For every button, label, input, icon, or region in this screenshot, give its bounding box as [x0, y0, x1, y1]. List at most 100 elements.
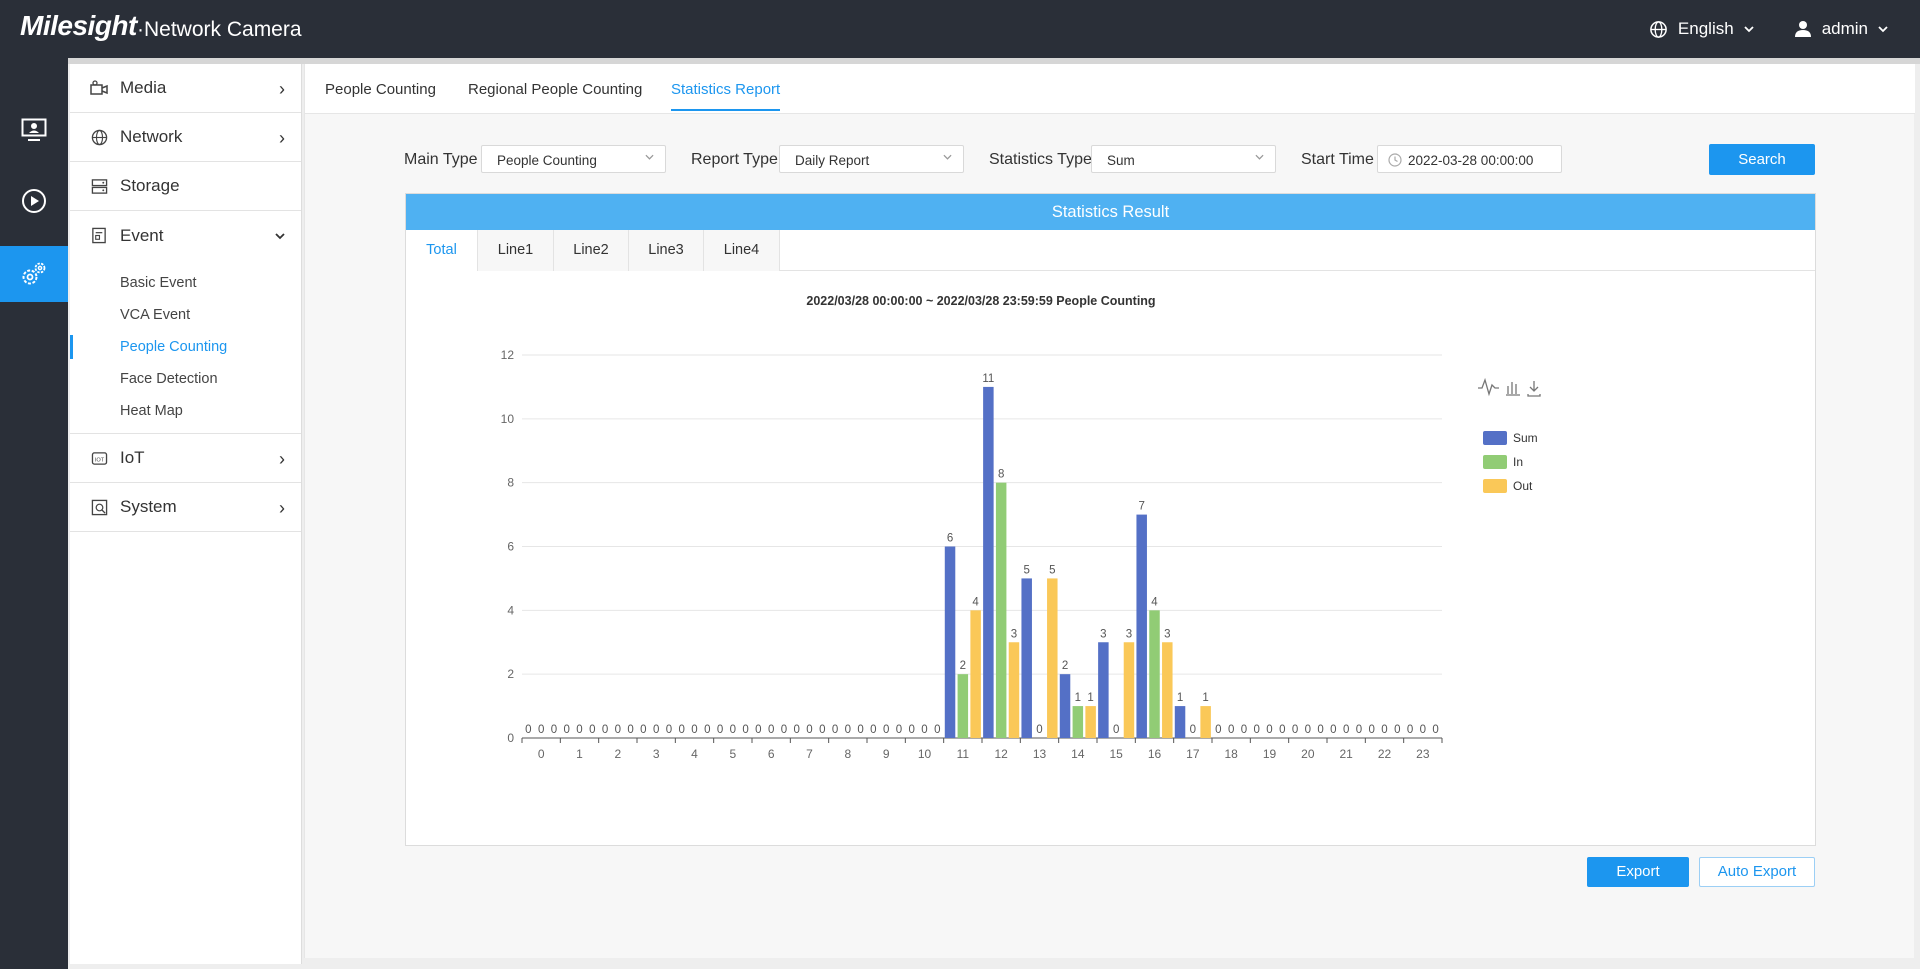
storage-icon	[90, 177, 108, 195]
brand-logo: Milesight	[20, 10, 137, 41]
sidebar-subitem-basic-event[interactable]: Basic Event	[70, 267, 301, 299]
sidebar-item-storage[interactable]: Storage	[70, 162, 301, 211]
chart-area: 2022/03/28 00:00:00 ~ 2022/03/28 23:59:5…	[406, 272, 1815, 842]
sidebar-item-event[interactable]: Event	[70, 211, 301, 260]
sidebar-item-network[interactable]: Network ›	[70, 113, 301, 162]
data-label: 3	[1164, 628, 1170, 640]
search-button[interactable]: Search	[1709, 144, 1815, 175]
data-label: 0	[921, 724, 927, 736]
bar-sum	[983, 386, 994, 738]
data-label: 0	[870, 724, 876, 736]
data-label: 0	[896, 724, 902, 736]
bar-in	[957, 674, 969, 738]
event-submenu: Basic Event VCA Event People Counting Fa…	[70, 260, 301, 434]
x-tick-label: 13	[1033, 747, 1047, 761]
playback-button[interactable]	[0, 173, 68, 229]
sidebar-item-label: Media	[120, 78, 167, 97]
sidebar-subitem-vca-event[interactable]: VCA Event	[70, 299, 301, 331]
statistics-result-panel: Statistics Result Total Line1 Line2 Line…	[405, 193, 1816, 846]
clock-icon	[1388, 153, 1402, 167]
data-label: 3	[1100, 628, 1106, 640]
data-label: 5	[1023, 564, 1029, 576]
sidebar-subitem-heat-map[interactable]: Heat Map	[70, 395, 301, 427]
data-label: 0	[615, 724, 621, 736]
chevron-down-icon	[275, 224, 285, 245]
settings-button[interactable]	[0, 246, 68, 302]
language-label: English	[1677, 19, 1734, 38]
x-tick-label: 2	[614, 747, 621, 761]
data-label: 0	[819, 724, 825, 736]
chevron-down-icon	[943, 153, 952, 162]
y-tick-label: 6	[507, 540, 514, 554]
data-label: 0	[1420, 724, 1426, 736]
tab-people-counting[interactable]: People Counting	[325, 81, 436, 98]
bar-chart-icon	[1506, 382, 1520, 396]
data-label: 0	[1292, 724, 1298, 736]
data-label: 0	[1432, 724, 1438, 736]
result-tab-line4[interactable]: Line4	[704, 230, 780, 271]
data-label: 0	[717, 724, 723, 736]
data-label: 0	[1343, 724, 1349, 736]
x-tick-label: 18	[1224, 747, 1238, 761]
data-label: 0	[1279, 724, 1285, 736]
legend-swatch-in	[1483, 455, 1507, 469]
sidebar-subitem-people-counting[interactable]: People Counting	[70, 331, 301, 363]
data-label: 0	[1113, 724, 1119, 736]
event-icon	[90, 227, 108, 245]
y-tick-label: 0	[507, 731, 514, 745]
data-label: 0	[576, 724, 582, 736]
tab-regional-people-counting[interactable]: Regional People Counting	[468, 81, 642, 98]
user-menu[interactable]: admin	[1794, 19, 1888, 39]
data-label: 1	[1177, 692, 1183, 704]
report-type-select[interactable]: Daily Report	[779, 145, 964, 173]
data-label: 0	[589, 724, 595, 736]
statistics-type-select[interactable]: Sum	[1091, 145, 1276, 173]
result-tab-line3[interactable]: Line3	[629, 230, 704, 271]
sidebar-item-media[interactable]: Media ›	[70, 64, 301, 113]
x-tick-label: 16	[1148, 747, 1162, 761]
y-tick-label: 2	[507, 667, 514, 681]
data-label: 3	[1011, 628, 1017, 640]
data-label: 5	[1049, 564, 1055, 576]
data-label: 7	[1138, 501, 1144, 513]
chart-title: 2022/03/28 00:00:00 ~ 2022/03/28 23:59:5…	[806, 294, 1155, 308]
main-panel: People Counting Regional People Counting…	[304, 64, 1915, 958]
data-label: 6	[947, 533, 953, 545]
x-tick-label: 7	[806, 747, 813, 761]
bar-out	[1162, 642, 1173, 738]
x-tick-label: 0	[538, 747, 545, 761]
system-icon	[90, 498, 108, 516]
sidebar-subitem-face-detection[interactable]: Face Detection	[70, 363, 301, 395]
main-type-select[interactable]: People Counting	[481, 145, 666, 173]
result-tab-line1[interactable]: Line1	[478, 230, 554, 271]
result-tab-line2[interactable]: Line2	[554, 230, 629, 271]
x-tick-label: 1	[576, 747, 583, 761]
sidebar-item-iot[interactable]: IOT IoT ›	[70, 434, 301, 483]
tab-statistics-report[interactable]: Statistics Report	[671, 81, 781, 111]
report-type-label: Report Type	[691, 151, 778, 168]
page-tabs: People Counting Regional People Counting…	[305, 64, 1915, 114]
bar-in	[1149, 610, 1160, 738]
live-view-button[interactable]	[0, 102, 68, 158]
iot-icon: IOT	[90, 449, 108, 467]
bar-in	[1072, 706, 1084, 738]
bar-sum	[1059, 674, 1071, 738]
x-tick-label: 9	[883, 747, 890, 761]
auto-export-button[interactable]: Auto Export	[1699, 857, 1815, 887]
export-button[interactable]: Export	[1587, 857, 1689, 887]
user-icon	[1794, 21, 1811, 37]
sidebar-item-system[interactable]: System ›	[70, 483, 301, 532]
product-name: ·Network Camera	[137, 18, 302, 41]
x-tick-label: 22	[1378, 747, 1392, 761]
globe-icon	[1650, 20, 1667, 38]
start-time-input[interactable]: 2022-03-28 00:00:00	[1377, 145, 1562, 173]
bar-sum	[944, 546, 956, 738]
data-label: 2	[960, 660, 966, 672]
main-type-value: People Counting	[497, 153, 597, 168]
data-label: 0	[640, 724, 646, 736]
chevron-down-icon	[1255, 153, 1264, 162]
result-tab-total[interactable]: Total	[406, 230, 478, 271]
x-tick-label: 12	[994, 747, 1008, 761]
language-selector[interactable]: English	[1649, 19, 1754, 39]
x-tick-label: 6	[768, 747, 775, 761]
